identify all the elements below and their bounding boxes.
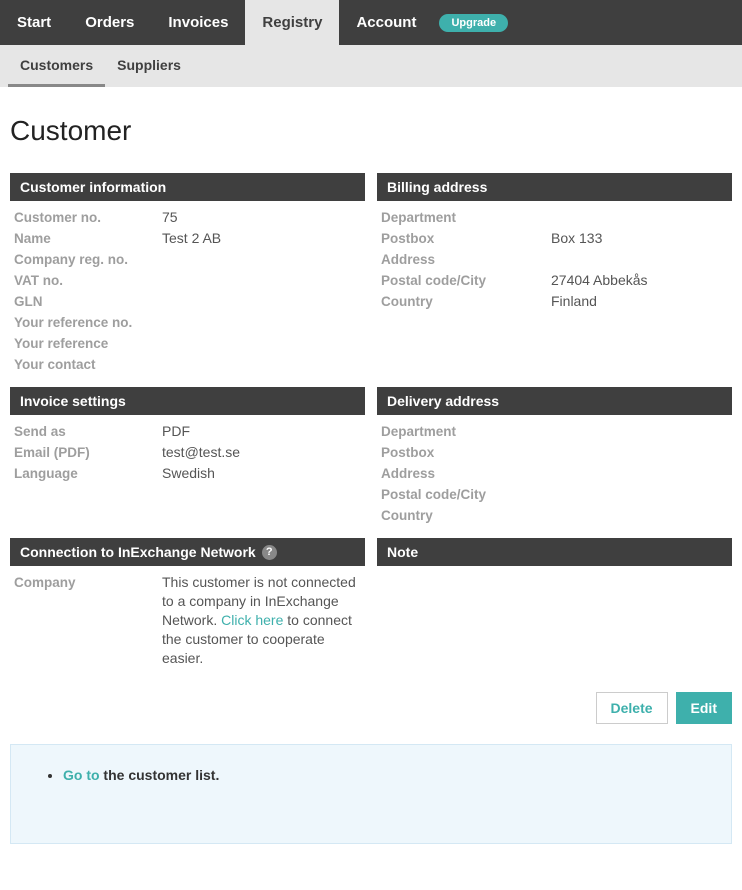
label-your-ref-no: Your reference no.: [14, 313, 162, 332]
page-title: Customer: [10, 115, 732, 147]
label-del-postal-city: Postal code/City: [381, 485, 551, 504]
upgrade-button[interactable]: Upgrade: [439, 14, 508, 32]
label-your-contact: Your contact: [14, 355, 162, 374]
invoice-settings-panel: Invoice settings Send asPDF Email (PDF)t…: [10, 387, 365, 486]
note-header: Note: [377, 538, 732, 566]
value-name: Test 2 AB: [162, 229, 221, 248]
label-vat-no: VAT no.: [14, 271, 162, 290]
billing-panel: Billing address Department PostboxBox 13…: [377, 173, 732, 314]
value-bill-postbox: Box 133: [551, 229, 602, 248]
notice-rest: the customer list.: [100, 767, 220, 783]
label-bill-country: Country: [381, 292, 551, 311]
label-del-country: Country: [381, 506, 551, 525]
label-gln: GLN: [14, 292, 162, 311]
value-send-as: PDF: [162, 422, 190, 441]
notice-item: Go to the customer list.: [63, 767, 701, 783]
notice-box: Go to the customer list.: [10, 744, 732, 844]
sub-nav: Customers Suppliers: [0, 45, 742, 87]
value-language: Swedish: [162, 464, 215, 483]
actions-row: Delete Edit: [10, 680, 732, 740]
value-customer-no: 75: [162, 208, 178, 227]
connection-header-text: Connection to InExchange Network: [20, 544, 256, 560]
label-language: Language: [14, 464, 162, 483]
label-bill-department: Department: [381, 208, 551, 227]
label-bill-postbox: Postbox: [381, 229, 551, 248]
help-icon[interactable]: ?: [262, 545, 277, 560]
value-bill-country: Finland: [551, 292, 597, 311]
page-content: Customer Customer information Customer n…: [0, 87, 742, 854]
value-bill-postal-city: 27404 Abbekås: [551, 271, 648, 290]
nav-start[interactable]: Start: [0, 0, 68, 45]
label-del-postbox: Postbox: [381, 443, 551, 462]
nav-invoices[interactable]: Invoices: [151, 0, 245, 45]
delete-button[interactable]: Delete: [596, 692, 668, 724]
customer-info-header: Customer information: [10, 173, 365, 201]
label-del-address: Address: [381, 464, 551, 483]
subnav-customers[interactable]: Customers: [8, 45, 105, 87]
label-customer-no: Customer no.: [14, 208, 162, 227]
nav-registry[interactable]: Registry: [245, 0, 339, 45]
edit-button[interactable]: Edit: [676, 692, 732, 724]
label-company: Company: [14, 573, 162, 667]
connection-panel: Connection to InExchange Network ? Compa…: [10, 538, 365, 670]
label-name: Name: [14, 229, 162, 248]
label-bill-address: Address: [381, 250, 551, 269]
label-del-department: Department: [381, 422, 551, 441]
invoice-settings-header: Invoice settings: [10, 387, 365, 415]
delivery-header: Delivery address: [377, 387, 732, 415]
label-email-pdf: Email (PDF): [14, 443, 162, 462]
note-panel: Note: [377, 538, 732, 574]
connection-header: Connection to InExchange Network ?: [10, 538, 365, 566]
connect-link[interactable]: Click here: [221, 612, 283, 628]
customer-info-panel: Customer information Customer no.75 Name…: [10, 173, 365, 377]
nav-orders[interactable]: Orders: [68, 0, 151, 45]
billing-header: Billing address: [377, 173, 732, 201]
value-company: This customer is not connected to a comp…: [162, 573, 365, 667]
nav-account[interactable]: Account: [339, 0, 433, 45]
label-send-as: Send as: [14, 422, 162, 441]
value-email-pdf: test@test.se: [162, 443, 240, 462]
label-your-reference: Your reference: [14, 334, 162, 353]
label-bill-postal-city: Postal code/City: [381, 271, 551, 290]
label-company-reg-no: Company reg. no.: [14, 250, 162, 269]
delivery-panel: Delivery address Department Postbox Addr…: [377, 387, 732, 528]
go-to-link[interactable]: Go to: [63, 767, 100, 783]
top-nav: Start Orders Invoices Registry Account U…: [0, 0, 742, 45]
subnav-suppliers[interactable]: Suppliers: [105, 45, 193, 87]
